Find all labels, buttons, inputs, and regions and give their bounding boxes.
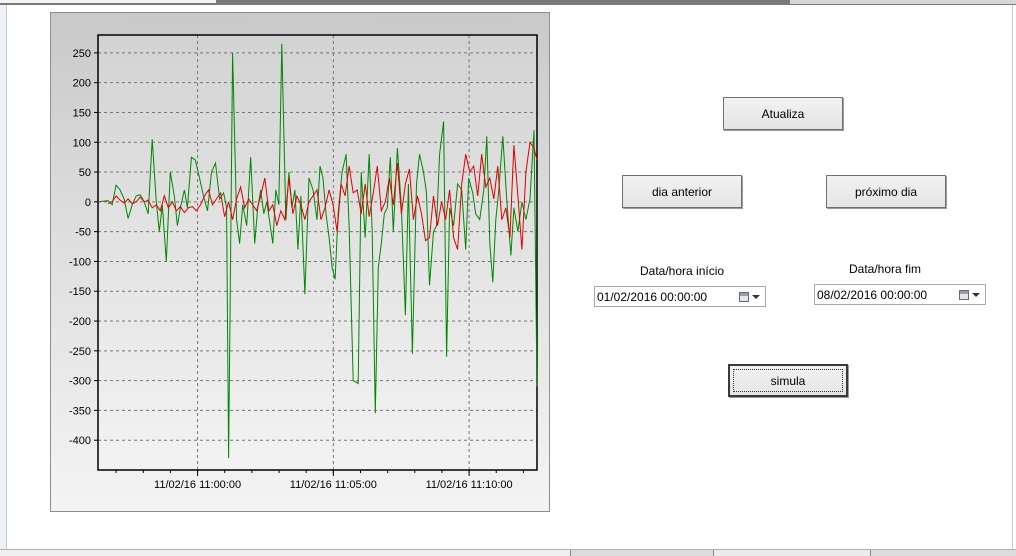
y-tick-label: -50 <box>75 227 91 239</box>
chevron-down-icon <box>972 293 980 297</box>
previous-day-button[interactable]: dia anterior <box>622 175 742 208</box>
bottom-tab[interactable] <box>570 550 713 556</box>
start-datetime-label: Data/hora início <box>640 264 725 278</box>
y-tick-label: 0 <box>85 197 91 209</box>
bottom-tab[interactable] <box>713 550 870 556</box>
focus-rectangle <box>733 369 843 392</box>
calendar-icon <box>739 292 749 302</box>
simula-button[interactable]: simula <box>728 364 848 397</box>
chevron-down-icon <box>752 295 760 299</box>
y-tick-label: 250 <box>73 48 91 60</box>
end-datetime-label: Data/hora fim <box>849 262 922 276</box>
calendar-icon <box>959 290 969 300</box>
end-datetime-input[interactable] <box>815 285 957 304</box>
x-tick-label: 11/02/16 11:10:00 <box>426 479 513 491</box>
y-tick-label: 100 <box>73 137 91 149</box>
y-tick-label: -350 <box>69 405 91 417</box>
top-tab-strip <box>0 0 1016 5</box>
atualiza-button-label: Atualiza <box>761 106 805 121</box>
start-calendar-dropdown[interactable] <box>739 290 761 304</box>
line-chart: -400 -350 -300 -250 -200 -150 -100 -50 0 50 100 150… <box>69 34 538 491</box>
right-window-edge <box>1012 5 1016 550</box>
start-datetime-picker[interactable] <box>594 286 766 307</box>
y-tick-label: -150 <box>69 286 91 298</box>
y-tick-label: 200 <box>73 78 91 90</box>
next-day-button[interactable]: próximo dia <box>826 175 946 208</box>
y-tick-label: 150 <box>73 107 91 119</box>
x-tick-label: 11/02/16 11:00:00 <box>154 479 241 491</box>
y-tick-label: -300 <box>69 376 91 388</box>
end-calendar-dropdown[interactable] <box>959 288 981 302</box>
end-datetime-picker[interactable] <box>814 284 986 305</box>
plot-area <box>98 35 537 470</box>
y-tick-label: -100 <box>69 256 91 268</box>
y-tick-label: 50 <box>79 167 91 179</box>
y-tick-label: -400 <box>69 435 91 447</box>
chart-panel: -400 -350 -300 -250 -200 -150 -100 -50 0 50 100 150… <box>50 12 550 512</box>
next-day-button-label: próximo dia <box>854 184 918 199</box>
y-tick-label: -200 <box>69 316 91 328</box>
previous-day-button-label: dia anterior <box>651 184 713 199</box>
bottom-tab[interactable] <box>870 550 1016 556</box>
tab-edge[interactable] <box>790 0 1016 4</box>
left-window-edge <box>0 5 7 550</box>
start-datetime-input[interactable] <box>595 287 737 306</box>
atualiza-button[interactable]: Atualiza <box>723 97 843 130</box>
x-tick-label: 11/02/16 11:05:00 <box>290 479 377 491</box>
active-tab-edge[interactable] <box>0 0 216 3</box>
y-tick-label: -250 <box>69 346 91 358</box>
